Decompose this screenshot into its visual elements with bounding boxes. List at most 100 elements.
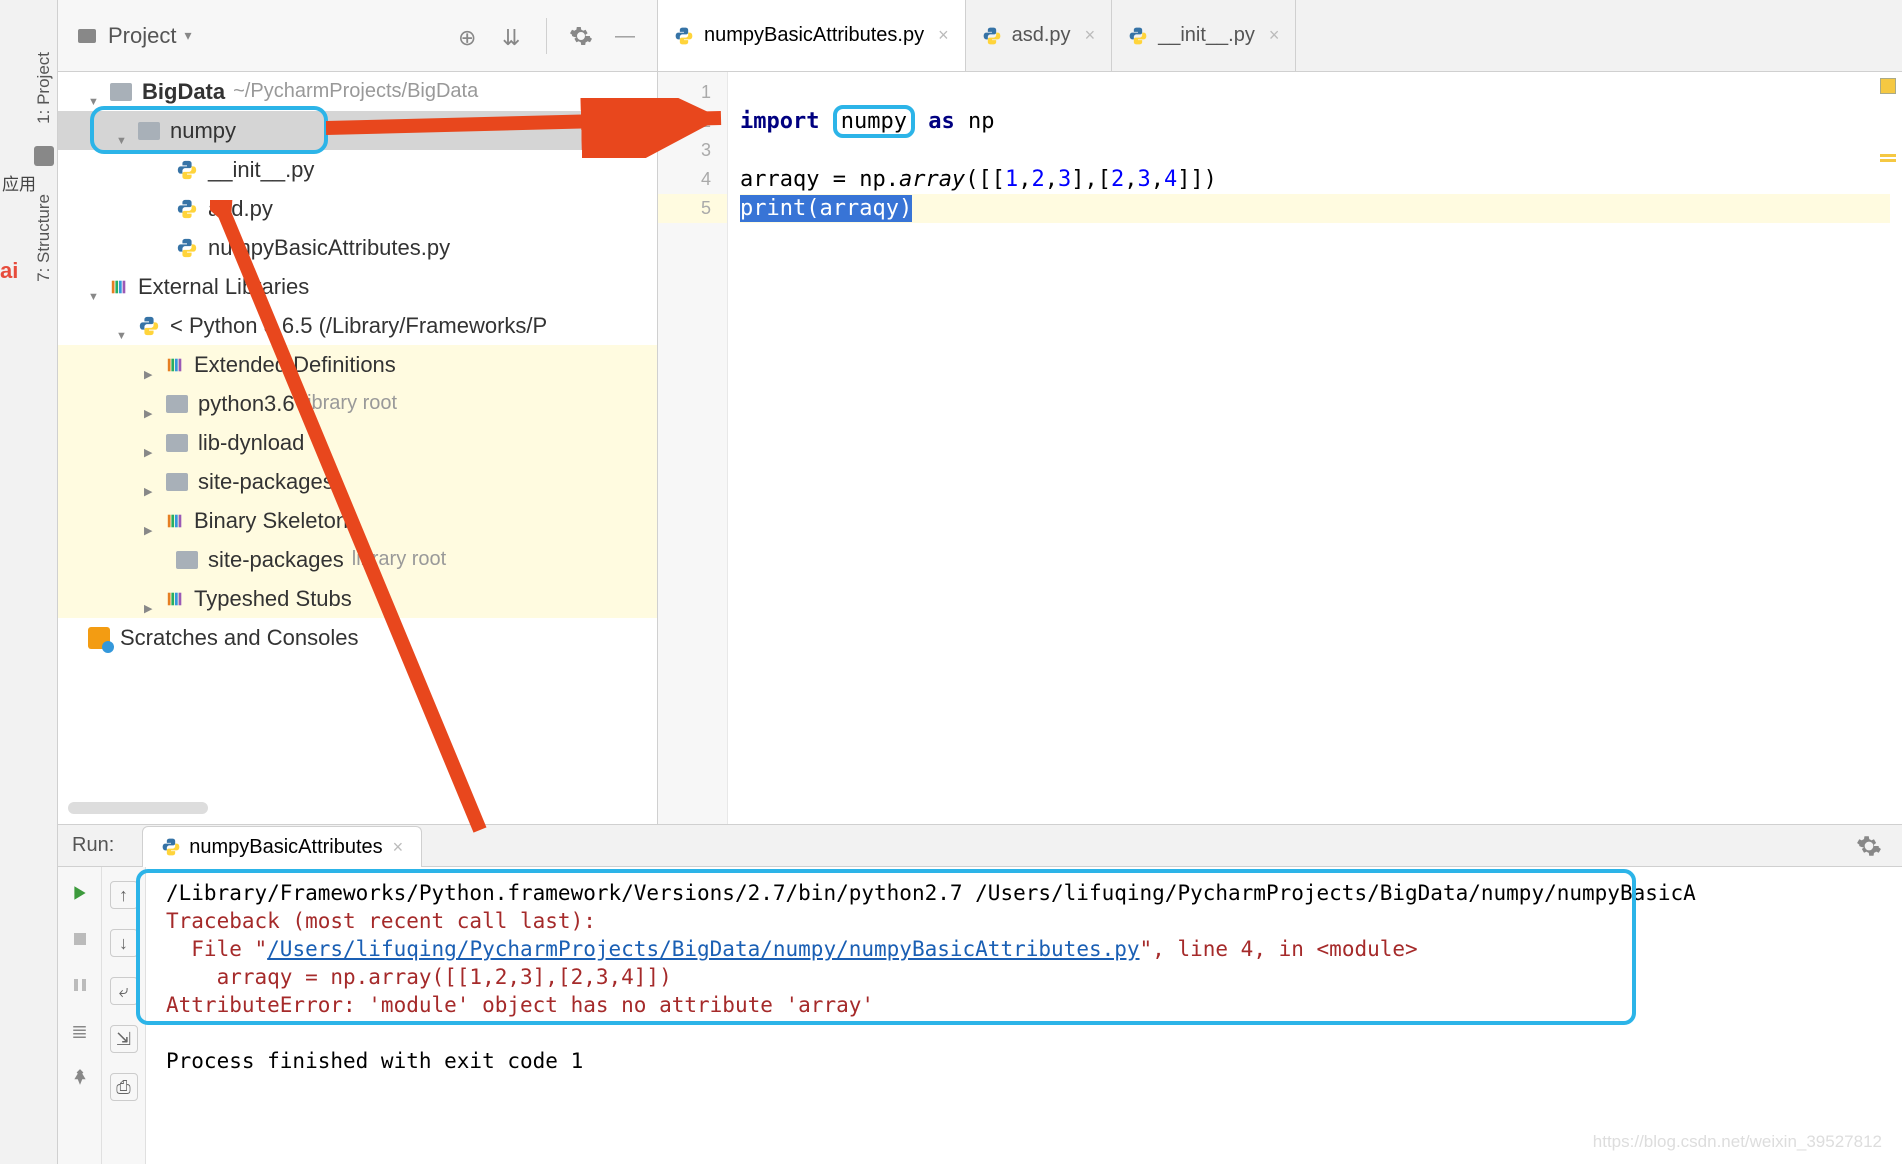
tab-numpybasic[interactable]: numpyBasicAttributes.py ×	[658, 0, 966, 71]
tree-ext-def[interactable]: Extended Definitions	[58, 345, 657, 384]
python-icon	[674, 26, 694, 46]
tree-sitepkg[interactable]: site-packages	[58, 462, 657, 501]
tree-label: < Python 3.6.5 (/Library/Frameworks/P	[170, 313, 547, 339]
stop-button[interactable]	[68, 927, 92, 951]
folder-icon	[176, 551, 198, 569]
tool-tab-project[interactable]: 1: Project	[30, 40, 58, 136]
tree-typeshed[interactable]: Typeshed Stubs	[58, 579, 657, 618]
tree-label: BigData	[142, 79, 225, 105]
tree-label: Binary Skeletons	[194, 508, 359, 534]
warning-mark[interactable]	[1880, 159, 1896, 162]
tab-asd[interactable]: asd.py ×	[966, 0, 1112, 71]
scroll-end-button[interactable]: ⇲	[110, 1025, 138, 1053]
print-button[interactable]: ⎙	[110, 1073, 138, 1101]
folder-icon	[34, 146, 54, 166]
locate-icon[interactable]: ⊕	[458, 25, 480, 47]
tree-label: numpyBasicAttributes.py	[208, 235, 450, 261]
tree-libdyn[interactable]: lib-dynload	[58, 423, 657, 462]
chevron-down-icon[interactable]: ▾	[184, 27, 191, 44]
collapse-icon[interactable]: ⇊	[502, 25, 524, 47]
expand-icon[interactable]	[144, 397, 158, 411]
gear-icon[interactable]	[569, 24, 593, 48]
tree-label: lib-dynload	[198, 430, 304, 456]
expand-icon[interactable]	[144, 592, 158, 606]
close-icon[interactable]: ×	[1085, 25, 1096, 46]
code-line-5[interactable]: print(arraqy)	[740, 194, 1890, 223]
tree-python-env[interactable]: < Python 3.6.5 (/Library/Frameworks/P	[58, 306, 657, 345]
expand-icon[interactable]	[88, 280, 102, 294]
python-icon	[176, 198, 198, 220]
pause-button[interactable]	[68, 973, 92, 997]
expand-icon[interactable]	[144, 475, 158, 489]
expand-icon[interactable]	[144, 358, 158, 372]
tree-file-asd[interactable]: asd.py	[58, 189, 657, 228]
code-editor[interactable]: 1 2 3 4 5 import numpy as np arraqy = np…	[658, 72, 1902, 824]
file-link[interactable]: /Users/lifuqing/PycharmProjects/BigData/…	[267, 937, 1139, 961]
scrollbar[interactable]	[68, 802, 208, 814]
warning-mark[interactable]	[1880, 154, 1896, 157]
close-icon[interactable]: ×	[1269, 25, 1280, 46]
top-toolbar: Project ▾ ⊕ ⇊ — numpyBasicAttributes.py …	[58, 0, 1902, 72]
expand-icon[interactable]	[144, 514, 158, 528]
wrap-button[interactable]: ⤶	[110, 977, 138, 1005]
console-output[interactable]: /Library/Frameworks/Python.framework/Ver…	[146, 867, 1902, 1164]
tree-file-init[interactable]: __init__.py	[58, 150, 657, 189]
editor-tabs: numpyBasicAttributes.py × asd.py × __ini…	[658, 0, 1902, 71]
folder-icon	[110, 83, 132, 101]
tree-label: __init__.py	[208, 157, 314, 183]
code-line-4[interactable]: arraqy = np.array([[1,2,3],[2,3,4]])	[740, 165, 1890, 194]
tree-label: asd.py	[208, 196, 273, 222]
tree-sitepkg2[interactable]: site-packages library root	[58, 540, 657, 579]
expand-icon[interactable]	[144, 436, 158, 450]
close-icon[interactable]: ×	[393, 837, 404, 858]
folder-icon	[138, 122, 160, 140]
expand-icon[interactable]	[116, 319, 130, 333]
code-body[interactable]: import numpy as np arraqy = np.array([[1…	[728, 72, 1902, 824]
python-icon	[1128, 26, 1148, 46]
tree-root[interactable]: BigData ~/PycharmProjects/BigData	[58, 72, 657, 111]
run-tab-label: numpyBasicAttributes	[189, 836, 382, 859]
browser-sidebar-label: 应用	[2, 170, 36, 195]
up-button[interactable]: ↑	[110, 881, 138, 909]
python-icon	[161, 837, 181, 857]
error-stripe[interactable]	[1880, 78, 1896, 162]
tree-label: python3.6	[198, 391, 295, 417]
code-line-2[interactable]: import numpy as np	[740, 107, 1890, 136]
rerun-button[interactable]	[68, 881, 92, 905]
tree-binskel[interactable]: Binary Skeletons	[58, 501, 657, 540]
expand-icon[interactable]	[88, 85, 102, 99]
project-tree[interactable]: BigData ~/PycharmProjects/BigData numpy …	[58, 72, 658, 824]
close-icon[interactable]: ×	[938, 25, 949, 46]
dump-button[interactable]: ≣	[68, 1019, 92, 1043]
library-icon	[166, 356, 184, 374]
tree-py36[interactable]: python3.6 library root	[58, 384, 657, 423]
scratches-icon	[88, 627, 110, 649]
run-tab[interactable]: numpyBasicAttributes ×	[142, 826, 422, 867]
pin-button[interactable]	[68, 1065, 92, 1089]
inspection-status-icon[interactable]	[1880, 78, 1896, 94]
library-icon	[166, 512, 184, 530]
output-line: Process finished with exit code 1	[166, 1047, 1882, 1075]
folder-icon	[166, 473, 188, 491]
tree-folder-numpy[interactable]: numpy	[58, 111, 657, 150]
tree-label: External Libraries	[138, 274, 309, 300]
tab-label: asd.py	[1012, 24, 1071, 47]
tab-init[interactable]: __init__.py ×	[1112, 0, 1296, 71]
tree-external-libs[interactable]: External Libraries	[58, 267, 657, 306]
tree-scratches[interactable]: Scratches and Consoles	[58, 618, 657, 657]
tree-path: ~/PycharmProjects/BigData	[233, 80, 478, 103]
python-icon	[982, 26, 1002, 46]
project-label[interactable]: Project	[108, 23, 176, 49]
watermark: https://blog.csdn.net/weixin_39527812	[1593, 1132, 1882, 1152]
expand-icon[interactable]	[116, 124, 130, 138]
tool-tab-structure[interactable]: 7: Structure	[30, 182, 58, 294]
tree-file-numpybasic[interactable]: numpyBasicAttributes.py	[58, 228, 657, 267]
output-line: File "/Users/lifuqing/PycharmProjects/Bi…	[166, 935, 1882, 963]
tree-label: numpy	[170, 118, 236, 144]
hide-icon[interactable]: —	[615, 25, 637, 47]
down-button[interactable]: ↓	[110, 929, 138, 957]
gear-icon[interactable]	[1856, 833, 1882, 859]
numpy-highlight-box: numpy	[833, 105, 915, 138]
line-gutter: 1 2 3 4 5	[658, 72, 728, 824]
library-icon	[166, 590, 184, 608]
